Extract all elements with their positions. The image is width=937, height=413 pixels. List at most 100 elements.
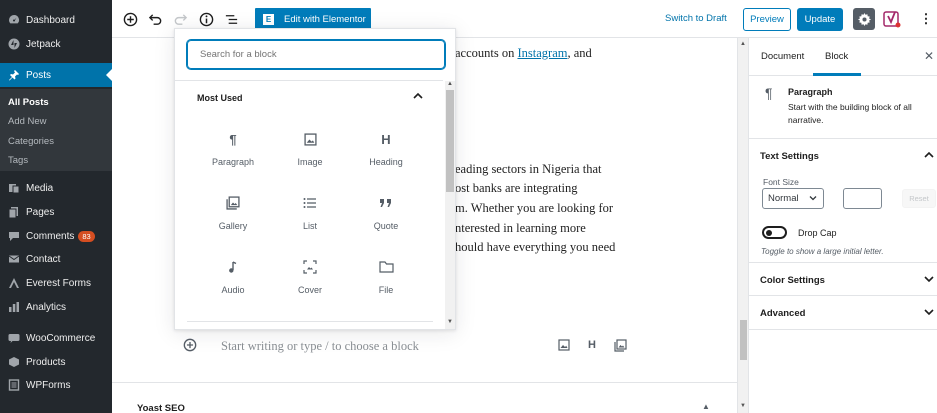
menu-item-pages[interactable]: Pages — [0, 201, 112, 223]
reset-button[interactable]: Reset — [902, 189, 936, 208]
block-search-input[interactable]: Search for a block — [187, 40, 445, 69]
menu-item-comments[interactable]: Comments 83 — [0, 225, 112, 247]
submenu-all-posts[interactable]: All Posts — [8, 97, 49, 108]
undo-icon[interactable] — [146, 10, 164, 28]
quick-heading-icon[interactable]: H — [584, 337, 600, 353]
default-block-appender[interactable]: Start writing or type / to choose a bloc… — [221, 339, 419, 354]
file-icon — [376, 257, 396, 277]
switch-to-draft-link[interactable]: Switch to Draft — [665, 13, 727, 24]
gear-icon — [857, 12, 871, 26]
font-size-value: Normal — [768, 193, 799, 204]
drop-cap-toggle[interactable] — [762, 226, 787, 239]
preview-button[interactable]: Preview — [743, 8, 791, 31]
menu-item-jetpack[interactable]: Jetpack — [0, 33, 112, 55]
scroll-down-icon[interactable]: ▼ — [740, 403, 746, 409]
chevron-down-icon — [809, 196, 817, 201]
quick-image-icon[interactable] — [556, 337, 572, 353]
block-gallery[interactable]: Gallery — [196, 185, 270, 237]
toggle-knob — [766, 229, 772, 236]
scrollbar-thumb[interactable] — [446, 90, 454, 192]
analytics-icon — [7, 300, 21, 314]
block-audio[interactable]: Audio — [196, 249, 270, 301]
paragraph-icon: ¶ — [229, 131, 237, 147]
settings-button[interactable] — [853, 8, 875, 30]
inline-add-block-icon[interactable] — [181, 336, 199, 354]
paragraph-line[interactable]: ost banks are integrating — [455, 181, 578, 196]
block-image[interactable]: Image — [273, 121, 347, 173]
block-cover[interactable]: Cover — [273, 249, 347, 301]
yoast-icon[interactable] — [882, 9, 902, 29]
pages-icon — [7, 205, 21, 219]
block-card-description: Start with the building block of all nar… — [788, 102, 912, 125]
submenu-categories[interactable]: Categories — [8, 136, 54, 147]
yoast-seo-meta-box[interactable]: Yoast SEO ▲ — [112, 382, 737, 413]
info-icon[interactable] — [197, 10, 215, 28]
paragraph-text: , and — [567, 46, 592, 60]
editor-scrollbar[interactable]: ▲ ▼ — [737, 38, 748, 413]
menu-item-media[interactable]: Media — [0, 177, 112, 199]
color-settings-panel-toggle[interactable]: Color Settings — [749, 262, 937, 296]
block-heading[interactable]: H Heading — [349, 121, 423, 173]
panel-title: Advanced — [760, 308, 806, 319]
scroll-up-icon[interactable]: ▲ — [740, 41, 746, 47]
scrollbar-thumb[interactable] — [740, 320, 747, 360]
jetpack-icon — [7, 37, 21, 51]
close-icon[interactable]: ✕ — [924, 49, 934, 63]
custom-font-size-input[interactable] — [843, 188, 882, 209]
contact-icon — [7, 252, 21, 266]
font-size-select[interactable]: Normal — [762, 188, 824, 209]
menu-item-analytics[interactable]: Analytics — [0, 296, 112, 318]
paragraph-icon: ¶ — [765, 85, 773, 101]
admin-sidebar: Dashboard Jetpack Posts All Posts Add Ne… — [0, 0, 112, 413]
block-paragraph[interactable]: ¶ Paragraph — [196, 121, 270, 173]
dashboard-icon — [7, 13, 21, 27]
menu-item-posts[interactable]: Posts — [0, 63, 112, 87]
scroll-down-icon[interactable]: ▼ — [447, 319, 453, 325]
block-label: Image — [297, 157, 323, 167]
collapse-arrow-icon[interactable]: ▲ — [702, 402, 710, 411]
paragraph-line[interactable]: accounts on Instagram, and — [455, 46, 592, 61]
paragraph-line[interactable]: nterested in learning more — [455, 221, 586, 236]
quick-gallery-icon[interactable] — [612, 337, 628, 353]
paragraph-text: accounts on — [455, 46, 518, 60]
menu-item-contact[interactable]: Contact — [0, 248, 112, 270]
block-quote[interactable]: Quote — [349, 185, 423, 237]
submenu-tags[interactable]: Tags — [8, 155, 28, 166]
block-card-title: Paragraph — [788, 87, 833, 97]
chevron-down-icon — [923, 306, 935, 318]
most-used-panel-title[interactable]: Most Used — [197, 93, 243, 103]
menu-item-products[interactable]: Products — [0, 351, 112, 373]
edit-with-elementor-button[interactable]: E Edit with Elementor — [255, 8, 371, 30]
menu-item-dashboard[interactable]: Dashboard — [0, 9, 112, 31]
paragraph-line[interactable]: hould have everything you need — [455, 240, 615, 255]
menu-item-woocommerce[interactable]: WooCommerce — [0, 327, 112, 349]
text-settings-panel-toggle[interactable]: Text Settings — [749, 139, 937, 173]
block-navigation-icon[interactable] — [222, 10, 240, 28]
add-block-icon[interactable] — [121, 10, 139, 28]
menu-label-wpforms: WPForms — [26, 379, 71, 391]
submenu-add-new[interactable]: Add New — [8, 116, 47, 127]
advanced-panel-toggle[interactable]: Advanced — [749, 296, 937, 330]
drop-cap-label: Drop Cap — [798, 228, 837, 238]
image-icon — [300, 129, 320, 149]
cover-icon — [300, 257, 320, 277]
block-list[interactable]: List — [273, 185, 347, 237]
settings-sidebar: Document Block ✕ ¶ Paragraph Start with … — [748, 38, 937, 413]
more-options-icon[interactable]: ⋮ — [920, 9, 933, 29]
instagram-link[interactable]: Instagram — [517, 46, 567, 60]
menu-label-products: Products — [26, 356, 66, 368]
block-file[interactable]: File — [349, 249, 423, 301]
tab-block[interactable]: Block — [825, 51, 848, 62]
tab-document[interactable]: Document — [761, 51, 804, 62]
redo-icon[interactable] — [171, 10, 189, 28]
paragraph-line[interactable]: m. Whether you are looking for — [455, 201, 613, 216]
update-button[interactable]: Update — [797, 8, 843, 31]
paragraph-line[interactable]: eading sectors in Nigeria that — [455, 162, 601, 177]
chevron-up-icon[interactable] — [411, 89, 425, 103]
wpforms-icon — [7, 378, 21, 392]
media-icon — [7, 181, 21, 195]
scroll-up-icon[interactable]: ▲ — [447, 81, 453, 87]
inserter-scrollbar[interactable]: ▲ ▼ — [445, 81, 455, 329]
menu-item-everest-forms[interactable]: Everest Forms — [0, 272, 112, 294]
menu-item-wpforms[interactable]: WPForms — [0, 374, 112, 396]
